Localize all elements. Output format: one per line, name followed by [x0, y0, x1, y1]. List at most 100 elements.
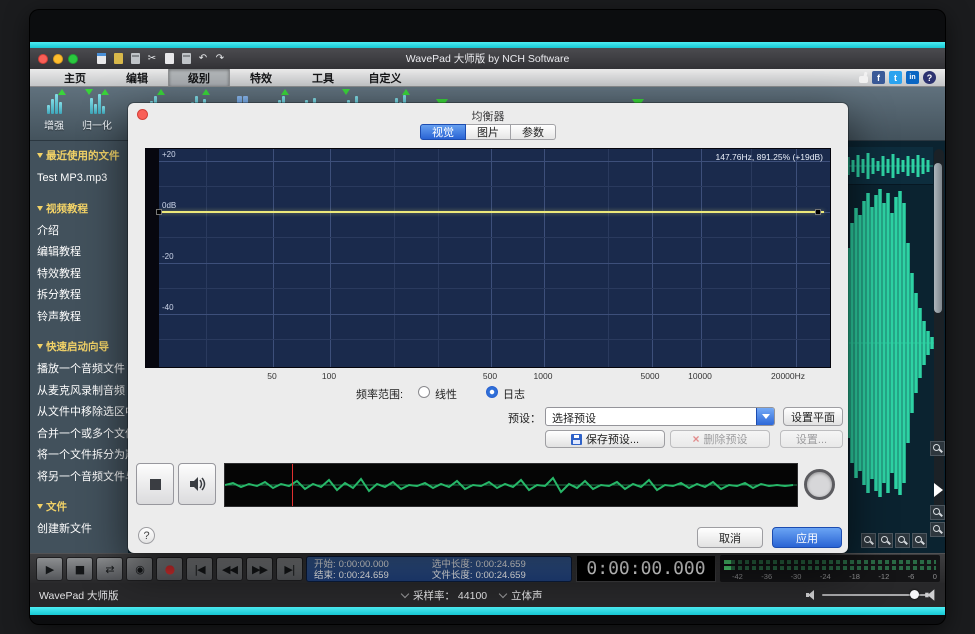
twitter-icon[interactable]: t	[889, 71, 902, 84]
preview-waveform-strip[interactable]	[224, 463, 798, 507]
channels-dropdown[interactable]: 立体声	[500, 588, 543, 603]
sidebar-section-quickstart[interactable]: 快速启动向导	[37, 339, 128, 354]
volume-low-icon[interactable]	[806, 590, 817, 600]
cut-icon[interactable]: ✂	[146, 53, 158, 65]
preview-volume-knob[interactable]	[804, 469, 835, 500]
speaker-icon	[188, 476, 206, 492]
sidebar-item-mix-file[interactable]: 将另一个音频文件与	[37, 467, 128, 489]
like-icon[interactable]	[859, 76, 868, 83]
edit-icon[interactable]	[112, 53, 124, 65]
dropdown-arrow-icon[interactable]	[756, 408, 774, 425]
zoom-window-button[interactable]	[68, 54, 78, 64]
zoom-full-button[interactable]	[861, 533, 876, 548]
sidebar-item-play-file[interactable]: 播放一个音频文件	[37, 359, 128, 381]
go-to-start-button[interactable]: |◀	[186, 557, 213, 581]
delete-preset-button[interactable]: ×删除预设	[670, 430, 770, 448]
record-options-button[interactable]: ◉	[126, 557, 153, 581]
play-button[interactable]: ▶	[36, 557, 63, 581]
zoom-out-button[interactable]	[930, 505, 945, 520]
help-icon[interactable]: ?	[923, 71, 936, 84]
eq-handle-left[interactable]	[156, 209, 162, 215]
cancel-button[interactable]: 取消	[697, 527, 763, 548]
tab-visual[interactable]: 视觉	[420, 124, 466, 140]
preview-cursor[interactable]	[292, 464, 293, 506]
vertical-scrollbar[interactable]	[934, 149, 944, 521]
sidebar-item-record-mic[interactable]: 从麦克风录制音频	[37, 381, 128, 403]
file-length: 文件长度:0:00:24.659	[432, 570, 564, 581]
tab-parametric[interactable]: 参数	[511, 124, 556, 140]
tab-tools[interactable]: 工具	[292, 69, 354, 86]
set-flat-button[interactable]: 设置平面	[783, 407, 843, 426]
tab-effects[interactable]: 特效	[230, 69, 292, 86]
zoom-selection-button[interactable]	[930, 522, 945, 537]
rewind-button[interactable]: ◀◀	[216, 557, 243, 581]
sidebar-item-intro[interactable]: 介绍	[37, 221, 128, 243]
transport-bar: ▶ ■ ⇄ ◉ ● |◀ ◀◀ ▶▶ ▶| 开始:0:00:00.000 选中长…	[30, 553, 945, 583]
scrollbar-thumb[interactable]	[934, 163, 942, 313]
fast-forward-button[interactable]: ▶▶	[246, 557, 273, 581]
preview-stop-button[interactable]	[136, 463, 174, 505]
print-icon[interactable]	[129, 53, 141, 65]
linear-radio-label[interactable]: 线性	[435, 386, 457, 402]
sidebar-item-split-file[interactable]: 将一个文件拆分为声	[37, 445, 128, 467]
meter-peak-led	[724, 566, 731, 570]
zoom-out-button[interactable]	[895, 533, 910, 548]
sidebar-item-recent-file[interactable]: Test MP3.mp3	[37, 168, 128, 190]
sidebar-item-ringtone-tutorial[interactable]: 铃声教程	[37, 307, 128, 329]
enhance-tool[interactable]: 增强	[34, 92, 74, 132]
record-button[interactable]: ●	[156, 557, 183, 581]
linear-radio[interactable]	[418, 386, 430, 398]
zoom-all-button[interactable]	[912, 533, 927, 548]
tab-customize[interactable]: 自定义	[354, 69, 416, 86]
undo-icon[interactable]: ↶	[197, 53, 209, 65]
preset-settings-button[interactable]: 设置...	[780, 430, 843, 448]
sidebar-item-effects-tutorial[interactable]: 特效教程	[37, 264, 128, 286]
sidebar-section-recent-files[interactable]: 最近使用的文件	[37, 148, 128, 163]
go-to-end-button[interactable]: ▶|	[276, 557, 303, 581]
log-radio[interactable]	[486, 386, 498, 398]
sample-rate-dropdown[interactable]: 采样率： 44100	[402, 588, 487, 603]
save-preset-button[interactable]: 保存预设...	[545, 430, 665, 448]
sidebar-item-new-file[interactable]: 创建新文件	[37, 519, 128, 541]
panel-expand-marker[interactable]	[934, 483, 943, 497]
collapse-triangle-icon	[37, 344, 43, 349]
volume-high-icon[interactable]	[925, 589, 938, 601]
eq-handle-right[interactable]	[815, 209, 821, 215]
tab-graphic[interactable]: 图片	[466, 124, 511, 140]
log-radio-label[interactable]: 日志	[503, 386, 525, 402]
sidebar-section-file[interactable]: 文件	[37, 499, 128, 514]
sidebar-item-merge-files[interactable]: 合并一个或多个文件	[37, 424, 128, 446]
paste-icon[interactable]	[163, 53, 175, 65]
freq-range-label: 频率范围:	[356, 386, 403, 402]
minimize-window-button[interactable]	[53, 54, 63, 64]
stop-button[interactable]: ■	[66, 557, 93, 581]
eq-curve-line[interactable]	[159, 211, 824, 213]
zoom-in-button[interactable]	[878, 533, 893, 548]
preview-play-button[interactable]	[178, 463, 216, 505]
eq-graph[interactable]: +20 0dB -20 -40 147.76Hz, 891.25% (+19dB…	[145, 148, 831, 368]
delete-icon[interactable]	[180, 53, 192, 65]
sidebar-item-edit-tutorial[interactable]: 编辑教程	[37, 242, 128, 264]
facebook-icon[interactable]: f	[872, 71, 885, 84]
tab-edit[interactable]: 编辑	[106, 69, 168, 86]
volume-slider[interactable]	[822, 594, 928, 596]
sidebar-section-video-tutorials[interactable]: 视频教程	[37, 201, 128, 216]
bottom-accent-bar	[30, 607, 945, 615]
normalize-tool[interactable]: 归一化	[77, 92, 117, 132]
dialog-help-button[interactable]: ?	[138, 527, 155, 544]
sidebar-item-remove-selection[interactable]: 从文件中移除选区中	[37, 402, 128, 424]
tab-home[interactable]: 主页	[44, 69, 106, 86]
dialog-title: 均衡器	[128, 108, 848, 124]
redo-icon[interactable]: ↷	[214, 53, 226, 65]
zoom-in-button[interactable]	[930, 441, 945, 456]
sidebar-item-split-tutorial[interactable]: 拆分教程	[37, 285, 128, 307]
loop-button[interactable]: ⇄	[96, 557, 123, 581]
preset-dropdown[interactable]: 选择预设	[545, 407, 775, 426]
linkedin-icon[interactable]: in	[906, 71, 919, 84]
close-window-button[interactable]	[38, 54, 48, 64]
section-title: 最近使用的文件	[46, 148, 120, 163]
apply-button[interactable]: 应用	[772, 527, 842, 548]
tab-levels[interactable]: 级别	[168, 69, 230, 86]
volume-slider-thumb[interactable]	[910, 590, 919, 599]
clipboard-icon[interactable]	[95, 53, 107, 65]
